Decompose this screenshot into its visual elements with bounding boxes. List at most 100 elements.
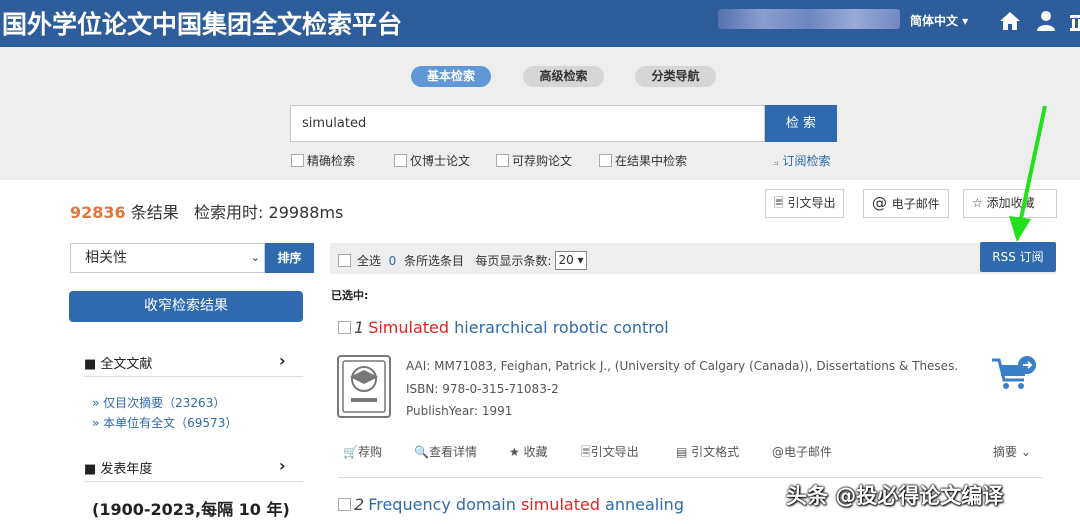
result-number: 1 <box>354 318 365 337</box>
result-checkbox[interactable] <box>338 321 351 334</box>
at-icon: @ <box>872 194 892 212</box>
year-heading[interactable]: ■ 发表年度 <box>84 458 152 477</box>
action-label: 电子邮件 <box>784 445 833 459</box>
chevron-down-icon: ⌄ <box>250 251 260 264</box>
option-purchasable[interactable]: 可荐购论文 <box>496 152 572 169</box>
thesis-cover-icon <box>337 355 391 418</box>
tab-advanced-search[interactable]: 高级检索 <box>523 66 604 87</box>
subscribe-search-link[interactable]: ⟓ 订阅检索 <box>773 152 831 169</box>
option-phd-only[interactable]: 仅博士论文 <box>394 152 470 169</box>
action-favorite[interactable]: ★ 收藏 <box>509 443 548 460</box>
export-citation-button[interactable]: 🗏 引文导出 <box>765 189 845 218</box>
folder-icon: ■ <box>84 357 101 372</box>
action-abstract-toggle[interactable]: 摘要 ⌄ <box>993 443 1031 460</box>
watermark: 头条 @投必得论文编译 <box>786 484 1004 508</box>
chevron-right-icon[interactable]: › <box>279 456 286 475</box>
result-number: 2 <box>354 495 365 514</box>
link-abstract-only[interactable]: » 仅目次摘要（23263） <box>92 394 225 411</box>
divider <box>84 376 303 377</box>
action-email[interactable]: @电子邮件 <box>772 443 832 460</box>
selected-suffix: 条所选条目 <box>403 254 464 268</box>
result-year: PublishYear: 1991 <box>406 404 513 418</box>
user-icon[interactable] <box>1034 9 1058 33</box>
action-label: 查看详情 <box>428 445 477 459</box>
select-all-checkbox[interactable] <box>338 254 351 267</box>
sort-button[interactable]: 排序 <box>265 243 314 273</box>
document-icon: 🗏 <box>774 196 788 210</box>
title-text: hierarchical robotic control <box>449 318 669 337</box>
selected-label: 已选中: <box>331 289 369 302</box>
cart-icon: 🛒 <box>343 445 358 459</box>
result-title[interactable]: 1 Simulated hierarchical robotic control <box>338 318 669 337</box>
result-aai: AAI: MM71083, Feighan, Patrick J., (Univ… <box>406 359 959 373</box>
option-search-within[interactable]: 在结果中检索 <box>599 152 687 169</box>
action-export-citation[interactable]: 🗏引文导出 <box>581 443 639 464</box>
list-icon: ▤ <box>676 445 692 459</box>
selected-count: 0 <box>388 253 397 268</box>
action-recommend[interactable]: 🛒荐购 <box>343 443 382 460</box>
per-page-select[interactable]: 20 ▾ <box>555 251 587 270</box>
action-view-details[interactable]: 🔍查看详情 <box>414 443 477 460</box>
per-page-label: 每页显示条数: <box>475 254 552 268</box>
annotation-arrow <box>1009 105 1047 242</box>
at-icon: @ <box>772 445 784 459</box>
action-label: 收藏 <box>523 445 548 459</box>
site-title[interactable]: 国外学位论文中国集团全文检索平台 <box>2 5 402 41</box>
chevron-right-icon[interactable]: › <box>279 351 286 370</box>
library-icon[interactable] <box>1068 9 1080 33</box>
search-icon: 🔍 <box>414 445 429 459</box>
fulltext-heading[interactable]: ■ 全文文献 <box>84 353 152 372</box>
fulltext-heading-label: 全文文献 <box>100 357 153 372</box>
option-label: 在结果中检索 <box>615 154 688 168</box>
rss-icon: ⟓ <box>773 154 783 168</box>
narrow-results-button[interactable]: 收窄检索结果 <box>69 291 303 322</box>
time-value: 29988ms <box>268 203 344 222</box>
results-summary: 92836 条结果 检索用时: 29988ms <box>70 199 343 223</box>
document-icon: 🗏 <box>581 445 591 459</box>
option-label: 可荐购论文 <box>512 154 573 168</box>
link-institution-fulltext[interactable]: » 本单位有全文（69573） <box>92 414 237 431</box>
search-button[interactable]: 检 索 <box>765 105 837 142</box>
tab-category-nav[interactable]: 分类导航 <box>635 66 716 87</box>
action-label: 荐购 <box>357 445 382 459</box>
result-count: 92836 <box>70 203 126 222</box>
option-label: 精确检索 <box>307 154 356 168</box>
divider <box>84 481 303 482</box>
per-page-value: 20 <box>558 253 574 267</box>
year-range[interactable]: (1900-2023,每隔 10 年) <box>92 496 290 520</box>
email-button[interactable]: @ 电子邮件 <box>863 189 949 218</box>
result-title[interactable]: 2 Frequency domain simulated annealing <box>338 495 684 514</box>
checkbox[interactable] <box>291 154 304 167</box>
action-label: 引文格式 <box>691 445 740 459</box>
home-icon[interactable] <box>998 9 1022 33</box>
export-citation-label: 引文导出 <box>787 196 836 210</box>
time-label: 检索用时: <box>194 203 264 222</box>
checkbox[interactable] <box>599 154 612 167</box>
action-label: 引文导出 <box>590 445 639 459</box>
search-input[interactable] <box>290 105 765 142</box>
checkbox[interactable] <box>496 154 509 167</box>
result-checkbox[interactable] <box>338 498 351 511</box>
result-count-suffix: 条结果 <box>130 203 179 222</box>
result-isbn: ISBN: 978-0-315-71083-2 <box>406 382 559 396</box>
tab-basic-search[interactable]: 基本检索 <box>411 66 491 87</box>
star-icon: ☆ <box>972 196 987 210</box>
sort-select[interactable]: 相关性 ⌄ <box>70 243 265 273</box>
title-highlight: Simulated <box>368 318 450 337</box>
star-icon: ★ <box>509 445 524 459</box>
sort-value: 相关性 <box>85 250 127 266</box>
action-citation-format[interactable]: ▤ 引文格式 <box>676 443 739 460</box>
email-label: 电子邮件 <box>891 197 940 211</box>
select-controls: 全选 0 条所选条目 每页显示条数: 20 ▾ <box>338 251 587 270</box>
checkbox[interactable] <box>394 154 407 167</box>
select-all-label[interactable]: 全选 <box>357 252 381 269</box>
folder-icon: ■ <box>84 462 101 477</box>
result-divider <box>338 477 1043 478</box>
subscribe-label: 订阅检索 <box>782 154 831 168</box>
title-highlight: simulated <box>520 495 600 514</box>
cart-add-icon[interactable] <box>990 354 1038 394</box>
title-text: annealing <box>599 495 684 514</box>
title-text: Frequency domain <box>368 495 521 514</box>
language-selector[interactable]: 简体中文 ▾ <box>910 12 968 29</box>
option-exact-search[interactable]: 精确检索 <box>291 152 355 169</box>
